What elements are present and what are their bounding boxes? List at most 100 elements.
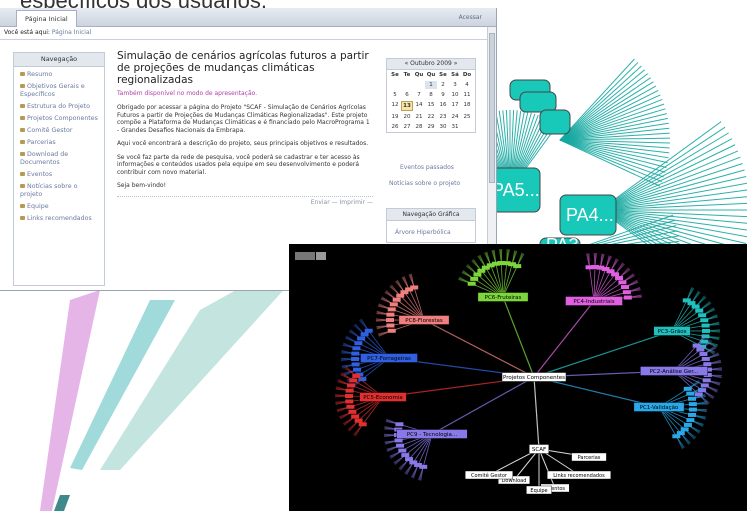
tree-leaf-node[interactable]: [672, 434, 681, 439]
calendar-day[interactable]: 14: [413, 101, 425, 111]
tree-root-node[interactable]: Projetos Componentes: [501, 372, 567, 382]
tree-control-button[interactable]: [295, 252, 315, 260]
calendar-day[interactable]: 15: [425, 101, 437, 111]
calendar-day[interactable]: 1: [425, 81, 437, 89]
tree-node[interactable]: PC7-Forrageiras: [360, 353, 418, 363]
nav-item-resumo[interactable]: Resumo: [20, 71, 100, 79]
calendar-day[interactable]: 29: [425, 123, 437, 131]
calendar-day[interactable]: 18: [461, 101, 473, 111]
tree-node[interactable]: PC8-Florestas: [398, 315, 450, 325]
calendar-day[interactable]: 11: [461, 91, 473, 99]
calendar-day[interactable]: 30: [437, 123, 449, 131]
calendar-day[interactable]: 20: [401, 113, 413, 121]
tree-node[interactable]: PC2-Análise Ger...: [640, 366, 708, 376]
tree-leaf-node[interactable]: [358, 422, 367, 427]
nav-item-comite[interactable]: Comitê Gestor: [20, 127, 100, 135]
tree-leaf-node[interactable]: [354, 418, 363, 423]
tree-leaf-node[interactable]: [691, 304, 700, 309]
calendar-day[interactable]: 7: [413, 91, 425, 99]
tree-child-node[interactable]: Links recomendados: [547, 470, 612, 480]
tree-node[interactable]: PC6-Fruteiras: [477, 292, 529, 302]
calendar-day[interactable]: 25: [461, 113, 473, 121]
tree-node[interactable]: PC3-Grãos: [653, 326, 691, 336]
calendar-weekday: Se: [439, 72, 447, 78]
nav-item-noticias[interactable]: Notícias sobre o projeto: [20, 183, 100, 199]
calendar-day[interactable]: 26: [389, 123, 401, 131]
calendar-day[interactable]: 2: [437, 81, 449, 89]
presentation-mode-link[interactable]: Também disponível no modo de apresentaçã…: [117, 90, 373, 97]
calendar-prev-button[interactable]: «: [405, 60, 409, 67]
folder-icon: [20, 172, 25, 176]
calendar-day[interactable]: 3: [449, 81, 461, 89]
calendar-day[interactable]: 22: [425, 113, 437, 121]
scrollbar-thumb[interactable]: [489, 33, 495, 183]
calendar-day[interactable]: 17: [449, 101, 461, 111]
calendar-day[interactable]: 27: [401, 123, 413, 131]
project-news-link[interactable]: Notícias sobre o projeto: [389, 180, 460, 187]
calendar-day[interactable]: 6: [401, 91, 413, 99]
tree-leaf-node[interactable]: [622, 290, 631, 295]
tree-leaf-node[interactable]: [352, 373, 361, 378]
calendar-day[interactable]: 31: [449, 123, 461, 131]
tree-node[interactable]: SCAF: [528, 444, 549, 454]
register-paragraph: Se você faz parte da rede de pesquisa, v…: [117, 153, 360, 176]
nav-item-eventos[interactable]: Eventos: [20, 171, 100, 179]
print-link[interactable]: Imprimir: [340, 199, 366, 206]
tree-control-button[interactable]: [316, 252, 326, 260]
tree-leaf-node[interactable]: [401, 453, 410, 458]
calendar-day[interactable]: 19: [389, 113, 401, 121]
navigation-heading: Navegação: [14, 53, 104, 67]
tree-node-label: PC1-Validação: [640, 405, 679, 411]
tree-child-node[interactable]: Equipe: [526, 485, 552, 495]
nav-item-download[interactable]: Download de Documentos: [20, 151, 100, 167]
calendar-day[interactable]: 10: [449, 91, 461, 99]
calendar-weekday: Se: [391, 72, 399, 78]
tree-child-node[interactable]: Comitê Gestor: [464, 470, 513, 480]
calendar-day[interactable]: 28: [413, 123, 425, 131]
tree-node[interactable]: PC5-Economia: [359, 392, 407, 402]
calendar-header: « Outubro 2009 »: [387, 59, 475, 70]
calendar-day[interactable]: 21: [413, 113, 425, 121]
tree-node[interactable]: PC4-Industriais: [565, 296, 623, 306]
calendar-day[interactable]: 12: [389, 101, 401, 111]
tree-leaf-node[interactable]: [360, 332, 369, 337]
calendar-day[interactable]: 16: [437, 101, 449, 111]
nav-item-objetivos[interactable]: Objetivos Gerais e Específicos: [20, 83, 100, 99]
calendar-next-button[interactable]: »: [454, 60, 458, 67]
tree-node[interactable]: PC1-Validação: [633, 402, 685, 412]
folder-icon: [20, 216, 25, 220]
nav-item-parcerias[interactable]: Parcerias: [20, 139, 100, 147]
hyperbolic-tree-view[interactable]: PC8-Florestas PC6-Fruteiras PC4-Industriai…: [289, 244, 747, 511]
breadcrumb-home-link[interactable]: Página Inicial: [52, 29, 91, 36]
calendar-day[interactable]: 8: [425, 91, 437, 99]
hyperbolic-tree-link[interactable]: Árvore Hiperbólica: [387, 221, 475, 242]
tree-leaf-node[interactable]: [611, 272, 620, 277]
tree-leaf-node[interactable]: [394, 438, 403, 443]
tree-child-node[interactable]: Parcerias: [571, 452, 607, 462]
calendar-day[interactable]: 5: [389, 91, 401, 99]
calendar-empty-cell: [461, 123, 473, 131]
login-link[interactable]: Acessar: [459, 14, 482, 21]
nav-item-estrutura[interactable]: Estrutura do Projeto: [20, 103, 100, 111]
tree-node-label: PC4-Industriais: [573, 299, 614, 305]
calendar-day[interactable]: 9: [437, 91, 449, 99]
nav-item-equipe[interactable]: Equipe: [20, 203, 100, 211]
calendar-day[interactable]: 23: [437, 113, 449, 121]
tree-leaf-node[interactable]: [692, 343, 701, 348]
tree-leaf-node[interactable]: [513, 264, 522, 269]
past-events-link[interactable]: Eventos passados: [400, 164, 454, 171]
nav-item-projetos[interactable]: Projetos Componentes: [20, 115, 100, 123]
nav-item-links[interactable]: Links recomendados: [20, 215, 100, 223]
tree-leaf-node[interactable]: [473, 272, 482, 277]
calendar-day[interactable]: 4: [461, 81, 473, 89]
tree-node[interactable]: PC9 - Tecnologia...: [396, 429, 468, 439]
tree-leaf-node[interactable]: [703, 362, 712, 367]
tree-leaf-node[interactable]: [687, 396, 696, 401]
send-link[interactable]: Enviar: [311, 199, 330, 206]
calendar-day[interactable]: 13: [401, 101, 413, 111]
tree-leaf-node[interactable]: [351, 362, 360, 367]
tab-home[interactable]: Página Inicial: [16, 10, 77, 27]
background-page-label: PA4...: [566, 205, 614, 225]
navigation-list: Resumo Objetivos Gerais e Específicos Es…: [14, 67, 104, 223]
calendar-day[interactable]: 24: [449, 113, 461, 121]
